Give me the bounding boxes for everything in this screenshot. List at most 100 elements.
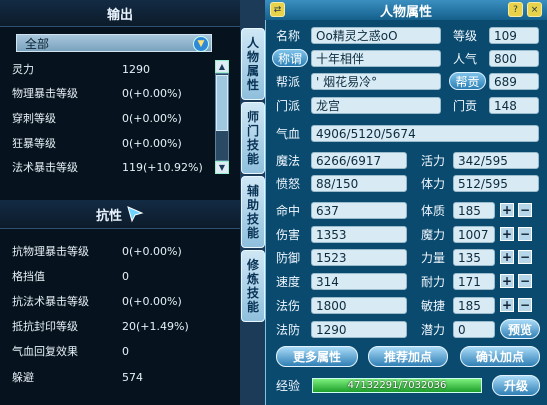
sect-value: 龙宫 [311, 97, 441, 114]
preview-button[interactable]: 预览 [500, 319, 540, 339]
row-label: 穿刺等级 [12, 112, 56, 125]
attr-value: 185 [453, 297, 495, 314]
row-value: 0 [122, 269, 129, 283]
row-value: 20(+1.49%) [122, 319, 189, 333]
row-label: 灵力 [12, 63, 34, 76]
confirm-points-button[interactable]: 确认加点 [460, 346, 540, 367]
sect-contribution-value: 148 [489, 97, 539, 114]
window-title: 人物属性 [265, 0, 547, 20]
attr-label: 敏捷 [421, 298, 446, 313]
minus-button[interactable]: − [518, 250, 532, 264]
row-value: 0(+0.00%) [122, 294, 182, 308]
plus-button[interactable]: + [500, 227, 514, 241]
name-label: 名称 [276, 28, 301, 43]
attr-value: 1007 [453, 226, 495, 243]
attr-value: 135 [453, 249, 495, 266]
row-value: 0(+0.00%) [122, 86, 182, 100]
mp-label: 魔法 [276, 153, 301, 168]
stat-label: 命中 [276, 203, 301, 218]
exp-label: 经验 [276, 378, 301, 393]
row-value: 0(+0.00%) [122, 244, 182, 258]
output-row: 狂暴等级 0(+0.00%) [12, 134, 182, 152]
sect-label: 门派 [276, 98, 301, 113]
minus-button[interactable]: − [518, 203, 532, 217]
plus-button[interactable]: + [500, 250, 514, 264]
tab-character-attributes[interactable]: 人物属性 [241, 28, 265, 100]
exp-value: 47132291/7032036 [347, 380, 447, 391]
plus-button[interactable]: + [500, 203, 514, 217]
row-label: 气血回复效果 [12, 345, 78, 358]
minus-button[interactable]: − [518, 298, 532, 312]
row-value: 119(+10.92%) [122, 160, 203, 174]
title-value: 十年相伴 [311, 50, 441, 67]
stat-label: 速度 [276, 274, 301, 289]
guild-value: ' 烟花易冷° [311, 73, 441, 90]
attr-label: 耐力 [421, 274, 446, 289]
anger-label: 愤怒 [276, 176, 301, 191]
stamina-value: 512/595 [453, 175, 539, 192]
attribute-filter-dropdown[interactable]: 全部 ▼ [16, 34, 212, 52]
anger-value: 88/150 [311, 175, 407, 192]
defense-title-text: 抗性 [95, 208, 122, 224]
row-value: 574 [122, 370, 143, 384]
tab-support-skills[interactable]: 辅助技能 [241, 176, 265, 248]
stamina-label: 体力 [421, 176, 446, 191]
attr-label: 力量 [421, 250, 446, 265]
chevron-down-icon[interactable]: ▼ [193, 36, 209, 52]
tab-sect-skills[interactable]: 师门技能 [241, 102, 265, 174]
help-icon[interactable]: ? [508, 2, 523, 17]
vitality-value: 342/595 [453, 152, 539, 169]
row-value: 1290 [122, 62, 150, 76]
defense-row: 气血回复效果 0 [12, 342, 129, 360]
plus-button[interactable]: + [500, 274, 514, 288]
popularity-value: 800 [489, 50, 539, 67]
minus-button[interactable]: − [518, 227, 532, 241]
arrow-cursor-icon [127, 206, 144, 223]
row-label: 抗物理暴击等级 [12, 245, 89, 258]
attr-label: 体质 [421, 203, 446, 218]
swap-icon[interactable]: ⇄ [270, 2, 285, 17]
stat-label: 防御 [276, 250, 301, 265]
minus-button[interactable]: − [518, 274, 532, 288]
row-label: 抵抗封印等级 [12, 320, 78, 333]
title-button[interactable]: 称谓 [272, 49, 308, 67]
stat-value: 1523 [311, 249, 407, 266]
more-attributes-button[interactable]: 更多属性 [276, 346, 358, 367]
stat-label: 法防 [276, 322, 301, 337]
popularity-label: 人气 [453, 51, 478, 66]
window-title-text: 人物属性 [379, 4, 432, 20]
potential-label: 潜力 [421, 322, 446, 337]
exp-bar: 47132291/7032036 [312, 378, 482, 393]
mp-value: 6266/6917 [311, 152, 407, 169]
hp-value: 4906/5120/5674 [311, 125, 539, 142]
stat-value: 1353 [311, 226, 407, 243]
name-value: Oo精灵之惑oO [311, 27, 441, 44]
tab-cultivation-skills[interactable]: 修炼技能 [241, 250, 265, 322]
row-label: 抗法术暴击等级 [12, 295, 89, 308]
defense-panel-title: 抗性 [0, 200, 240, 229]
scroll-down-arrow[interactable]: ▼ [215, 161, 229, 174]
defense-row: 躲避 574 [12, 368, 143, 386]
defense-row: 抗法术暴击等级 0(+0.00%) [12, 292, 182, 310]
stat-label: 法伤 [276, 298, 301, 313]
plus-button[interactable]: + [500, 298, 514, 312]
row-label: 法术暴击等级 [12, 161, 78, 174]
guild-label: 帮派 [276, 74, 301, 89]
vitality-label: 活力 [421, 153, 446, 168]
stat-value: 637 [311, 202, 407, 219]
guild-contribution-button[interactable]: 帮贡 [449, 72, 486, 90]
scroll-up-arrow[interactable]: ▲ [215, 60, 229, 73]
level-label: 等级 [453, 28, 478, 43]
stat-value: 1800 [311, 297, 407, 314]
row-value: 0(+0.00%) [122, 111, 182, 125]
level-up-button[interactable]: 升级 [492, 375, 540, 396]
attr-label: 魔力 [421, 227, 446, 242]
row-label: 狂暴等级 [12, 137, 56, 150]
defense-row: 抗物理暴击等级 0(+0.00%) [12, 242, 182, 260]
output-row: 穿刺等级 0(+0.00%) [12, 109, 182, 127]
attr-value: 171 [453, 273, 495, 290]
close-icon[interactable]: × [527, 2, 542, 17]
row-value: 0 [122, 344, 129, 358]
recommend-points-button[interactable]: 推荐加点 [368, 346, 448, 367]
scrollbar-thumb[interactable] [216, 75, 228, 131]
